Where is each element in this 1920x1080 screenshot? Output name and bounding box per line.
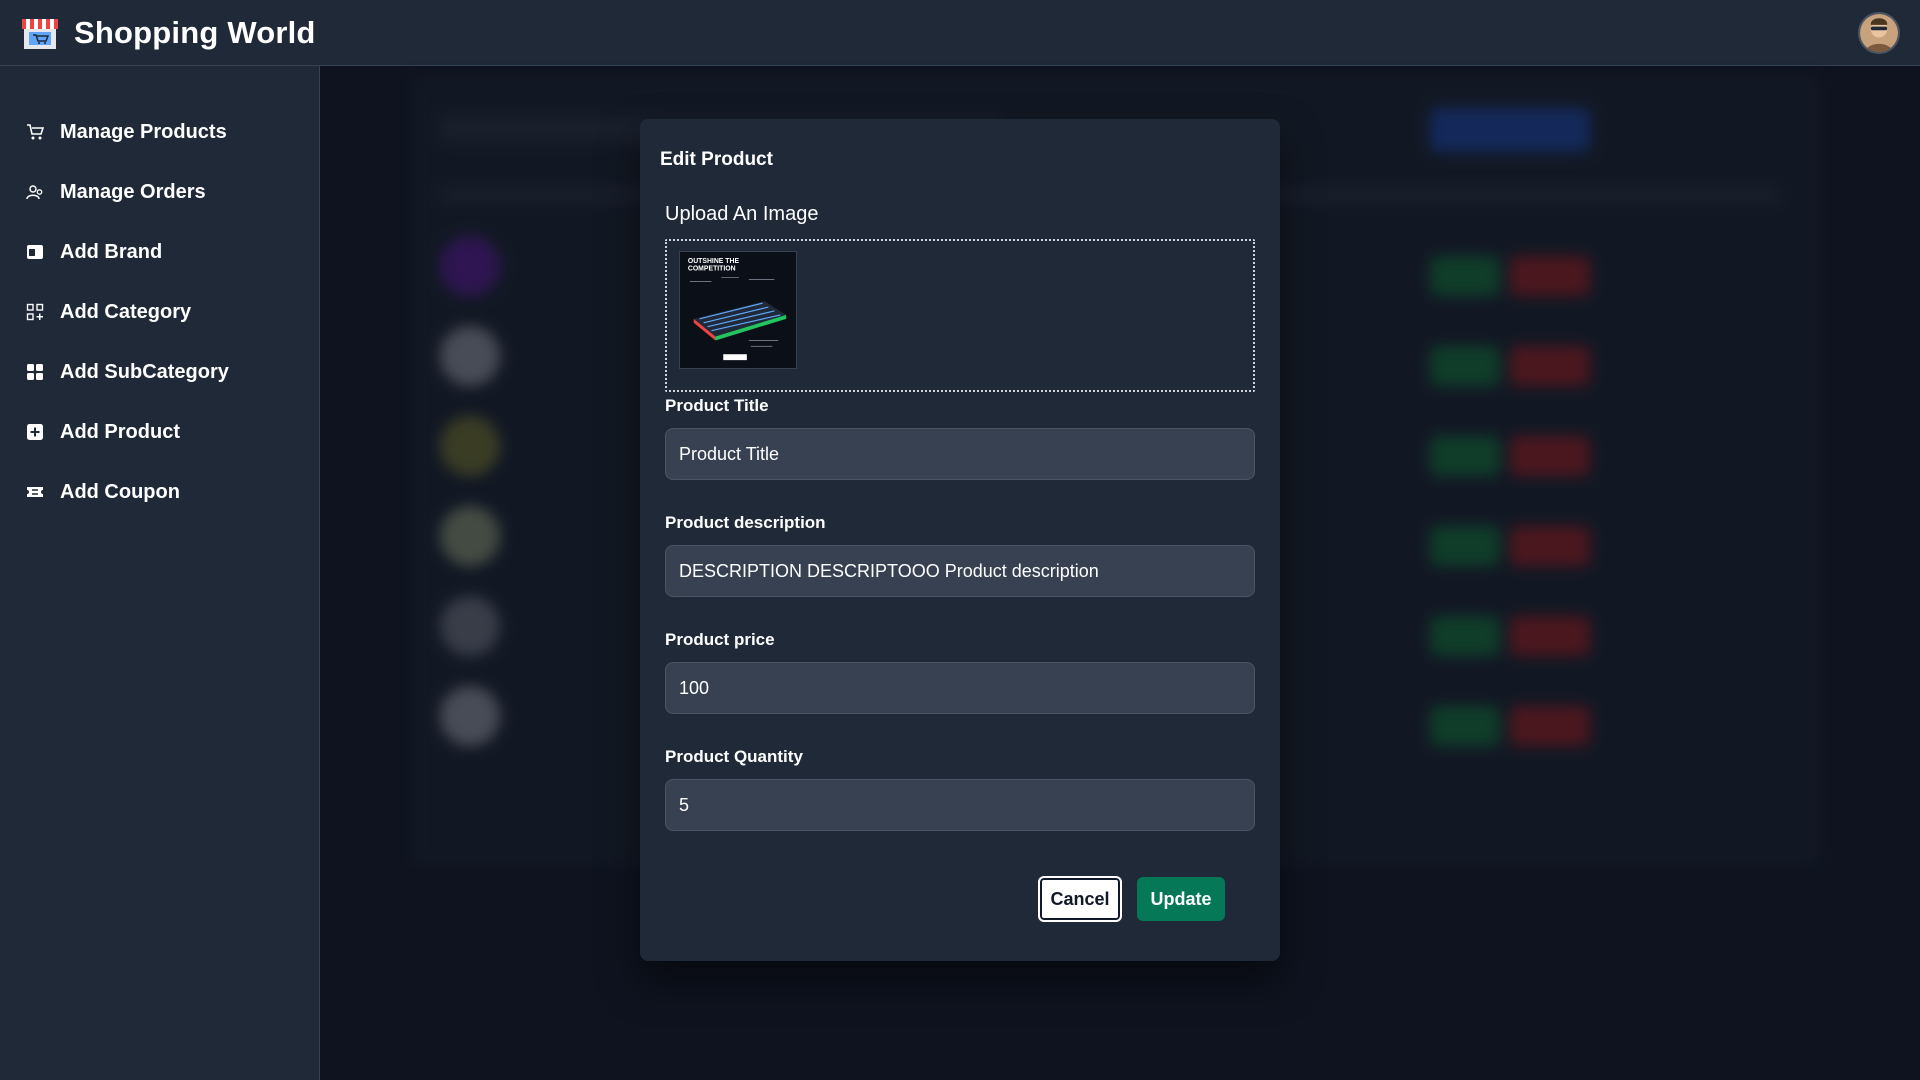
sidebar: Manage Products Manage Orders Add Brand … — [0, 66, 320, 1080]
product-title-input[interactable] — [665, 428, 1255, 480]
sidebar-item-label: Manage Products — [60, 120, 227, 143]
grid-icon — [26, 363, 44, 381]
image-dropzone[interactable]: OUTSHINE THE COMPETITION — [665, 239, 1255, 392]
upload-image-label: Upload An Image — [665, 203, 819, 225]
product-quantity-input[interactable] — [665, 779, 1255, 831]
sidebar-item-manage-orders[interactable]: Manage Orders — [0, 162, 319, 222]
product-description-input[interactable] — [665, 545, 1255, 597]
user-avatar[interactable] — [1858, 11, 1900, 54]
product-image-preview: OUTSHINE THE COMPETITION — [679, 251, 797, 369]
sidebar-item-manage-products[interactable]: Manage Products — [0, 102, 319, 162]
edit-product-modal: Edit Product Upload An Image OUTSHINE TH… — [640, 119, 1280, 961]
sidebar-item-label: Add SubCategory — [60, 360, 229, 383]
sidebar-item-label: Manage Orders — [60, 180, 206, 203]
sidebar-item-add-product[interactable]: Add Product — [0, 402, 319, 462]
cart-icon — [26, 123, 44, 141]
plus-square-icon — [26, 423, 44, 441]
cancel-button[interactable]: Cancel — [1038, 876, 1122, 922]
product-quantity-label: Product Quantity — [665, 747, 803, 766]
app-title: Shopping World — [74, 14, 316, 50]
store-logo-icon — [20, 13, 60, 53]
sidebar-item-add-coupon[interactable]: Add Coupon — [0, 462, 319, 522]
product-description-label: Product description — [665, 513, 826, 532]
sidebar-item-label: Add Coupon — [60, 480, 180, 503]
product-price-input[interactable] — [665, 662, 1255, 714]
window-icon — [26, 243, 44, 261]
sidebar-item-label: Add Category — [60, 300, 192, 323]
top-navbar: Shopping World — [0, 0, 1920, 66]
brand[interactable]: Shopping World — [20, 13, 316, 53]
preview-headline-1: OUTSHINE THE — [688, 258, 740, 265]
update-button[interactable]: Update — [1137, 877, 1225, 921]
sidebar-item-add-brand[interactable]: Add Brand — [0, 222, 319, 282]
sidebar-item-label: Add Brand — [60, 240, 163, 263]
grid-plus-icon — [26, 303, 44, 321]
sidebar-item-add-subcategory[interactable]: Add SubCategory — [0, 342, 319, 402]
sidebar-item-add-category[interactable]: Add Category — [0, 282, 319, 342]
product-title-label: Product Title — [665, 396, 769, 415]
sidebar-item-label: Add Product — [60, 420, 180, 443]
users-icon — [26, 183, 44, 201]
modal-title: Edit Product — [660, 149, 773, 170]
product-price-label: Product price — [665, 630, 775, 649]
preview-headline-2: COMPETITION — [688, 266, 736, 273]
ticket-icon — [26, 483, 44, 501]
